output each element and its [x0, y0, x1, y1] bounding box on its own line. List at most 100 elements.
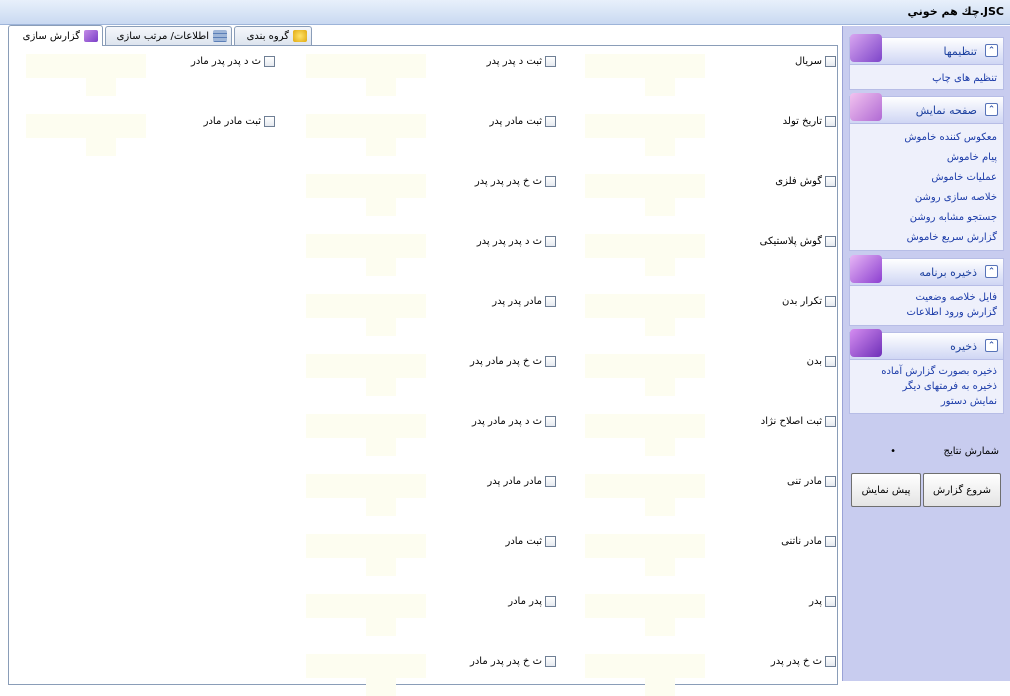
- field-checkbox-item[interactable]: ثبت د پدر پدر: [487, 56, 556, 67]
- field-checkbox-item[interactable]: پدر: [809, 596, 836, 607]
- link-status-file[interactable]: فایل خلاصه وضعیت: [854, 290, 997, 305]
- field-label: ث د پدر پدر پدر: [476, 236, 542, 247]
- field-checkbox-item[interactable]: ث خ پدر مادر پدر: [470, 356, 556, 367]
- field-checkbox-item[interactable]: گوش فلزی: [775, 176, 836, 187]
- field-drop-area: [306, 354, 426, 396]
- checkbox[interactable]: [825, 596, 836, 607]
- field-checkbox-item[interactable]: مادر پدر پدر: [492, 296, 556, 307]
- field-checkbox-item[interactable]: ث د پدر مادر پدر: [472, 416, 556, 427]
- field-checkbox-item[interactable]: ث خ پدر پدر مادر: [470, 656, 556, 667]
- checkbox[interactable]: [545, 116, 556, 127]
- field-checkbox-item[interactable]: ث د پدر پدر پدر: [477, 236, 556, 247]
- group-save: ذخیره ⌃ ذخیره بصورت گزارش آماده ذخیره به…: [849, 329, 1004, 414]
- checkbox[interactable]: [825, 116, 836, 127]
- link-show-command[interactable]: نمایش دستور: [854, 394, 997, 409]
- field-label: ثبت مادر: [505, 536, 542, 547]
- preview-button[interactable]: پیش نمایش: [851, 473, 921, 507]
- checkbox[interactable]: [545, 356, 556, 367]
- collapse-icon[interactable]: ⌃: [985, 339, 998, 352]
- result-count-value: •: [890, 446, 896, 457]
- link-summary[interactable]: خلاصه سازی روشن: [854, 188, 997, 208]
- link-quick-report[interactable]: گزارش سریع خاموش: [854, 228, 997, 248]
- group-display-items: معکوس کننده خاموش پیام خاموش عملیات خامو…: [850, 124, 1003, 252]
- collapse-icon[interactable]: ⌃: [985, 265, 998, 278]
- field-label: تاریخ تولد: [782, 116, 822, 127]
- checkbox[interactable]: [545, 596, 556, 607]
- link-operations[interactable]: عملیات خاموش: [854, 168, 997, 188]
- field-label: سریال: [795, 56, 822, 67]
- field-checkbox-item[interactable]: بدن: [807, 356, 836, 367]
- checkbox[interactable]: [545, 656, 556, 667]
- field-checkbox-item[interactable]: ثبت مادر پدر: [489, 116, 556, 127]
- checkbox[interactable]: [825, 176, 836, 187]
- field-checkbox-item[interactable]: ثبت اصلاح نژاد: [761, 416, 836, 427]
- checkbox[interactable]: [825, 656, 836, 667]
- field-checkbox-item[interactable]: ث خ پدر پدر: [771, 656, 836, 667]
- field-checkbox-item[interactable]: ث د پدر پدر مادر: [191, 56, 275, 67]
- field-checkbox-item[interactable]: گوش پلاستیکی: [760, 236, 836, 247]
- field-label: ث خ پدر مادر پدر: [470, 356, 542, 367]
- checkbox[interactable]: [545, 476, 556, 487]
- link-entry-report[interactable]: گزارش ورود اطلاعات: [854, 305, 997, 320]
- tab-data-sort[interactable]: اطلاعات/ مرتب سازی: [105, 26, 232, 45]
- link-save-other-formats[interactable]: ذخیره به فرمتهای دیگر: [854, 379, 997, 394]
- field-drop-area: [585, 414, 705, 456]
- field-drop-area: [585, 234, 705, 276]
- tab-report[interactable]: گزارش سازی: [8, 25, 103, 46]
- link-print-settings[interactable]: تنظیم های چاپ: [854, 69, 997, 89]
- field-checkbox-item[interactable]: ثبت مادر مادر: [204, 116, 275, 127]
- field-checkbox-item[interactable]: مادر ناتنی: [781, 536, 836, 547]
- link-save-as-report[interactable]: ذخیره بصورت گزارش آماده: [854, 364, 997, 379]
- checkbox[interactable]: [825, 356, 836, 367]
- field-drop-area: [585, 114, 705, 156]
- field-drop-area: [306, 234, 426, 276]
- field-drop-area: [585, 654, 705, 696]
- field-drop-area: [585, 534, 705, 576]
- checkbox[interactable]: [545, 56, 556, 67]
- field-label: ثبت د پدر پدر: [486, 56, 542, 67]
- field-checkbox-item[interactable]: تکرار بدن: [782, 296, 836, 307]
- field-checkbox-item[interactable]: ثبت مادر: [506, 536, 556, 547]
- checkbox[interactable]: [545, 236, 556, 247]
- checkbox[interactable]: [825, 416, 836, 427]
- checkbox[interactable]: [545, 296, 556, 307]
- field-drop-area: [585, 594, 705, 636]
- field-checkbox-item[interactable]: پدر مادر: [508, 596, 556, 607]
- field-drop-area: [585, 174, 705, 216]
- checkbox[interactable]: [825, 536, 836, 547]
- checkbox[interactable]: [825, 56, 836, 67]
- start-report-button[interactable]: شروع گزارش: [923, 473, 1001, 507]
- field-checkbox-item[interactable]: مادر تنی: [787, 476, 836, 487]
- checkbox[interactable]: [545, 176, 556, 187]
- result-count-label: شمارش نتایج: [943, 446, 999, 457]
- checkbox[interactable]: [545, 416, 556, 427]
- link-inverter[interactable]: معکوس کننده خاموش: [854, 128, 997, 148]
- title-bar: JSC.چك هم خوني: [0, 0, 1010, 25]
- checkbox[interactable]: [825, 476, 836, 487]
- group-save-program-title: ذخیره برنامه: [919, 266, 977, 279]
- link-message[interactable]: پیام خاموش: [854, 148, 997, 168]
- collapse-icon[interactable]: ⌃: [985, 103, 998, 116]
- group-display-title: صفحه نمایش: [915, 104, 977, 117]
- field-checkbox-item[interactable]: تاریخ تولد: [783, 116, 836, 127]
- checkbox[interactable]: [825, 236, 836, 247]
- link-similar-search[interactable]: جستجو مشابه روشن: [854, 208, 997, 228]
- group-save-program-header[interactable]: ذخیره برنامه ⌃: [850, 255, 1003, 286]
- field-label: مادر ناتنی: [781, 536, 822, 547]
- field-checkbox-item[interactable]: مادر مادر پدر: [487, 476, 556, 487]
- field-checkbox-item[interactable]: ث خ پدر پدر پدر: [475, 176, 556, 187]
- group-settings-header[interactable]: تنظیمها ⌃: [850, 34, 1003, 65]
- tab-grouping-label: گروه بندی: [246, 30, 289, 42]
- field-checkbox-item[interactable]: سریال: [795, 56, 836, 67]
- collapse-icon[interactable]: ⌃: [985, 44, 998, 57]
- checkbox[interactable]: [264, 56, 275, 67]
- field-drop-area: [306, 294, 426, 336]
- checkbox[interactable]: [545, 536, 556, 547]
- checkbox[interactable]: [264, 116, 275, 127]
- task-sidebar: تنظیمها ⌃ تنظیم های چاپ صفحه نمایش ⌃ معک…: [842, 26, 1010, 681]
- tab-grouping[interactable]: گروه بندی: [234, 26, 312, 45]
- group-save-header[interactable]: ذخیره ⌃: [850, 329, 1003, 360]
- checkbox[interactable]: [825, 296, 836, 307]
- field-label: ث خ پدر پدر پدر: [474, 176, 542, 187]
- group-display-header[interactable]: صفحه نمایش ⌃: [850, 93, 1003, 124]
